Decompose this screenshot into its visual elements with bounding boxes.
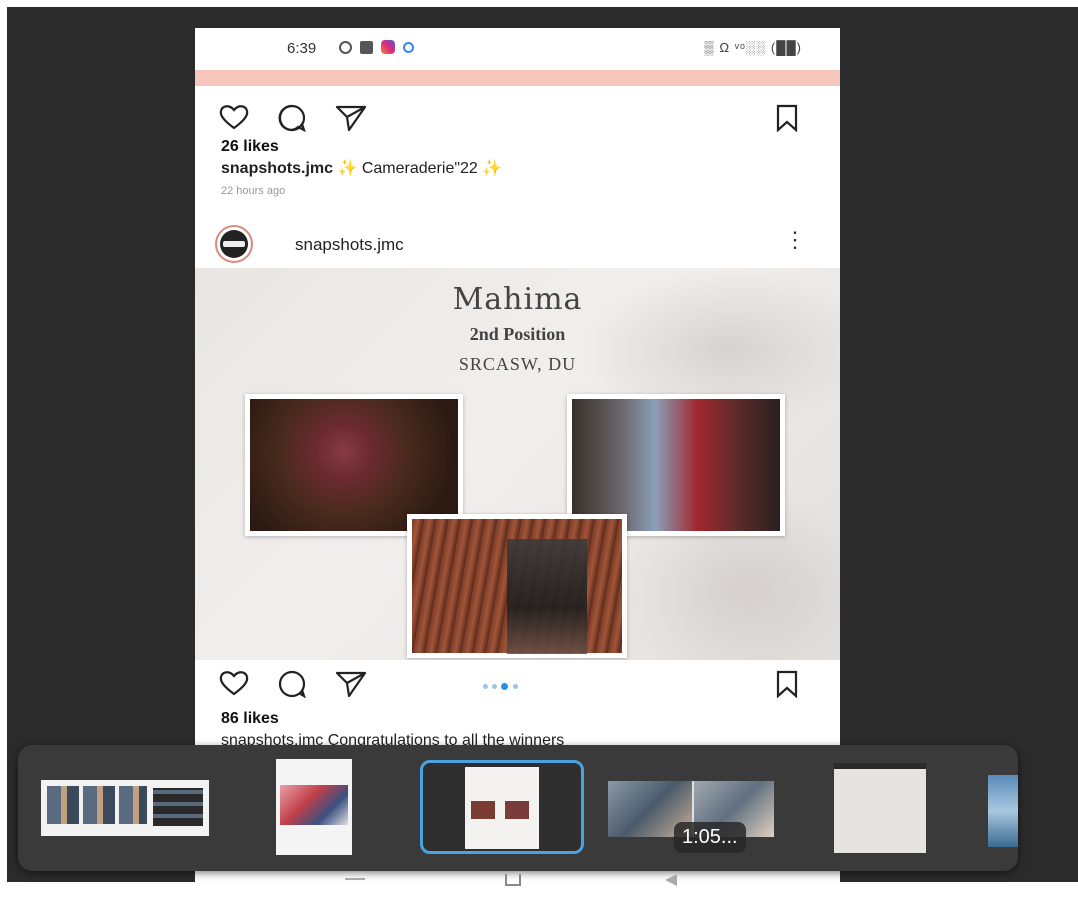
share-icon[interactable] [335,104,367,132]
post2-image[interactable]: Mahima 2nd Position SRCASW, DU [195,268,840,660]
share-icon[interactable] [335,670,367,698]
video-duration-badge: 1:05... [674,822,746,853]
image-winner-name: Mahima [452,282,583,317]
photo-content [572,399,780,531]
home-icon[interactable] [505,874,521,886]
recent-app-thumbnail-selected[interactable] [420,760,584,854]
post2-username[interactable]: snapshots.jmc [295,235,404,255]
image-winner-position: 2nd Position [469,324,566,344]
photo-print [407,514,627,658]
post2-header: snapshots.jmc ⋮ [195,221,840,269]
post1-caption: snapshots.jmc ✨ Cameraderie"22 ✨ [221,158,502,178]
recent-app-thumbnail[interactable] [276,759,352,855]
recent-app-thumbnail[interactable] [41,780,209,836]
navigation-bar [195,872,840,900]
carousel-dot [492,684,497,689]
post1-action-bar [195,96,840,142]
post2-likes[interactable]: 86 likes [221,710,279,728]
comment-icon[interactable] [277,670,307,698]
post1-likes[interactable]: 26 likes [221,138,279,156]
bookmark-icon[interactable] [775,670,799,698]
instagram-icon [381,40,395,54]
heart-icon[interactable] [219,104,249,130]
photo-content [250,399,458,531]
post2-action-bar [195,666,840,712]
recent-app-thumbnail[interactable] [834,763,926,853]
status-time: 6:39 [287,40,317,57]
heart-icon[interactable] [219,670,249,696]
back-icon[interactable] [665,874,677,886]
photo-content [412,519,622,654]
recent-app-thumbnail[interactable] [988,775,1018,847]
thumbnail-preview [465,767,539,849]
post1-caption-text: ✨ Cameraderie"22 ✨ [337,160,503,177]
carousel-dot [513,684,518,689]
whatsapp-icon [339,40,352,54]
carousel-dot [483,684,488,689]
status-bar: 6:39 ▒ Ω ᵛᵒ░░ (██) [195,28,840,70]
header-strip [195,70,840,86]
carousel-dot-active [501,683,508,690]
avatar[interactable] [215,225,253,263]
post1-caption-username[interactable]: snapshots.jmc [221,160,333,177]
comment-icon[interactable] [277,104,307,132]
post1-timestamp: 22 hours ago [221,185,286,197]
avatar-logo [220,230,248,258]
notification-icon [360,40,373,54]
status-right-icons: ▒ Ω ᵛᵒ░░ (██) [704,40,802,55]
status-notification-icons [339,40,414,54]
more-options-icon[interactable]: ⋮ [784,229,806,251]
recent-apps-tray: 1:05... [18,745,1018,871]
recents-menu-icon[interactable] [345,878,365,880]
image-winner-college: SRCASW, DU [458,354,577,374]
bookmark-icon[interactable] [775,104,799,132]
app-notification-icon [403,41,414,53]
